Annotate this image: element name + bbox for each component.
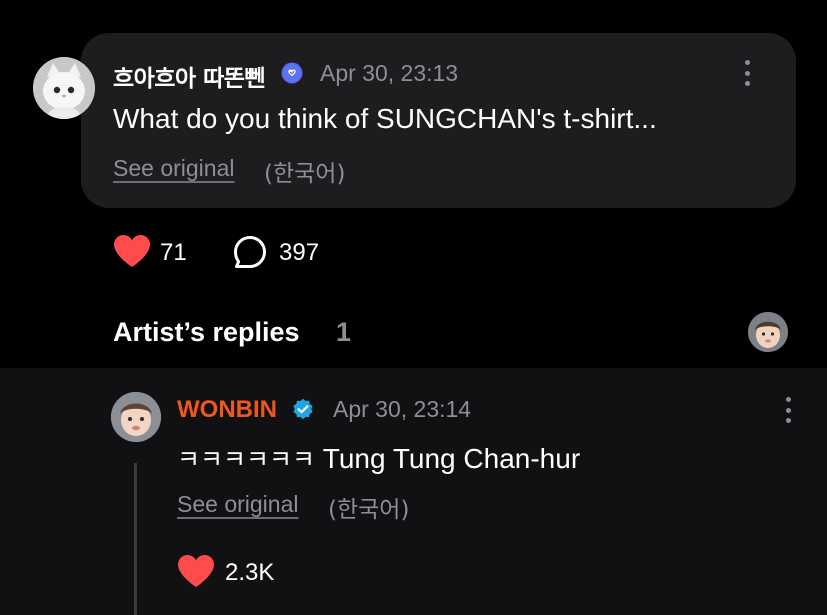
artist-face-thumbnail-image: [748, 312, 788, 352]
reply-author-avatar[interactable]: [111, 392, 161, 442]
post-more-icon[interactable]: [744, 60, 750, 86]
post-author-avatar[interactable]: [33, 57, 95, 119]
reply-like-heart-icon[interactable]: [177, 554, 215, 588]
reply-more-icon[interactable]: [785, 397, 791, 423]
reply-see-original-link[interactable]: See original: [177, 491, 298, 518]
reply-language-note: (한국어): [328, 497, 410, 523]
post-language-note: (한국어): [264, 161, 346, 187]
post-like-heart-icon[interactable]: [113, 234, 151, 268]
post-author-name[interactable]: 흐아흐아 따똔뻰: [113, 59, 266, 93]
reply-thread-line: [134, 463, 137, 615]
fan-badge-icon: [281, 62, 303, 84]
artist-avatar-thumbnail[interactable]: [748, 312, 788, 352]
verified-badge-icon: [293, 398, 313, 420]
artist-replies-count: 1: [336, 317, 352, 347]
baby-photo-avatar-image: [111, 392, 161, 442]
reply-text-english: Tung Tung Chan-hur: [322, 443, 581, 474]
post-comment-count: 397: [279, 239, 320, 266]
reply-author-name[interactable]: WONBIN: [177, 396, 277, 424]
post-see-original-link[interactable]: See original: [113, 155, 234, 182]
reply-timestamp: Apr 30, 23:14: [333, 396, 472, 422]
comment-bubble-icon[interactable]: [233, 235, 267, 269]
post-text: What do you think of SUNGCHAN's t-shirt.…: [113, 103, 657, 134]
post-timestamp: Apr 30, 23:13: [320, 60, 459, 86]
reply-like-count: 2.3K: [225, 559, 275, 586]
reply-text: ㅋㅋㅋㅋㅋㅋ Tung Tung Chan-hur: [177, 440, 580, 476]
artist-replies-title: Artist’s replies: [113, 317, 300, 347]
cat-plush-avatar-image: [33, 57, 95, 119]
post-like-count: 71: [160, 239, 187, 266]
reply-text-korean: ㅋㅋㅋㅋㅋㅋ: [177, 445, 316, 474]
